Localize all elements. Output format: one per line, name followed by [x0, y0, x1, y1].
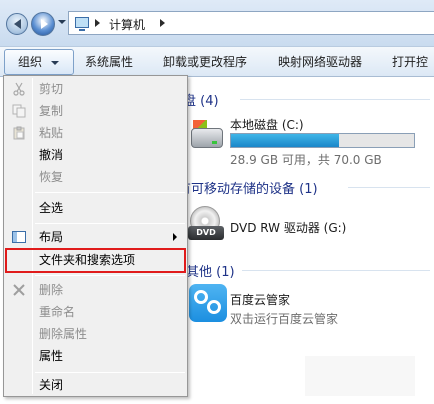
- dvd-drive-icon: DVD: [188, 206, 224, 242]
- command-bar: 组织 系统属性 卸载或更改程序 映射网络驱动器 打开控: [0, 46, 434, 77]
- group-divider: [348, 187, 430, 188]
- menu-item-redo[interactable]: 恢复: [6, 166, 185, 188]
- disk-usage-fill: [231, 134, 339, 147]
- group-header-other[interactable]: 其他 (1): [186, 261, 235, 280]
- back-button[interactable]: [6, 13, 28, 35]
- baidu-cloud-name: 百度云管家: [230, 293, 291, 307]
- menu-label: 布局: [39, 230, 64, 244]
- breadcrumb-computer[interactable]: 计算机: [109, 16, 145, 33]
- delete-x-icon: [13, 284, 25, 296]
- back-arrow-icon: [13, 19, 21, 29]
- group-header-removable[interactable]: 有可移动存储的设备 (1): [178, 178, 318, 197]
- scissors-icon: [13, 82, 25, 96]
- organize-button[interactable]: 组织: [4, 49, 74, 75]
- breadcrumb-separator-icon[interactable]: [95, 19, 100, 27]
- menu-label: 复制: [39, 104, 64, 118]
- menu-label: 剪切: [39, 82, 64, 96]
- menu-item-delete[interactable]: 删除: [6, 279, 185, 301]
- breadcrumb-separator-icon[interactable]: [160, 19, 165, 27]
- menu-item-cut[interactable]: 剪切: [6, 78, 185, 100]
- menu-item-remove-properties[interactable]: 删除属性: [6, 323, 185, 345]
- menu-label: 全选: [39, 201, 64, 215]
- chevron-down-icon: [51, 61, 59, 65]
- paste-icon: [13, 126, 25, 140]
- address-field[interactable]: 计算机: [68, 11, 434, 35]
- menu-separator: [35, 192, 185, 193]
- menu-label: 粘贴: [39, 126, 64, 140]
- forward-button[interactable]: [31, 12, 55, 36]
- dvd-drive-name: DVD RW 驱动器 (G:): [230, 221, 347, 235]
- copy-icon: [12, 104, 26, 118]
- submenu-arrow-icon: [173, 233, 177, 241]
- group-divider: [242, 270, 430, 271]
- system-properties-button[interactable]: 系统属性: [85, 47, 133, 77]
- local-disk-name: 本地磁盘 (C:): [230, 118, 304, 132]
- menu-separator: [35, 372, 185, 373]
- menu-item-properties[interactable]: 属性: [6, 345, 185, 367]
- local-disk-free-space: 28.9 GB 可用，共 70.0 GB: [230, 153, 382, 167]
- baidu-cloud-description: 双击运行百度云管家: [230, 312, 339, 326]
- blurred-watermark: [305, 356, 415, 396]
- organize-menu: 剪切 复制 粘贴 撤消 恢复 全选 布局 文件夹和搜索选项 删除 重命名 删除属…: [3, 75, 188, 397]
- open-control-panel-button[interactable]: 打开控: [392, 47, 428, 77]
- menu-separator: [35, 275, 185, 276]
- address-bar: 计算机: [0, 0, 434, 46]
- menu-label: 关闭: [39, 378, 64, 392]
- menu-item-layout[interactable]: 布局: [6, 226, 185, 248]
- menu-item-close[interactable]: 关闭: [6, 374, 185, 396]
- hard-drive-icon: [190, 118, 224, 152]
- menu-separator: [35, 223, 185, 224]
- menu-label: 撤消: [39, 148, 64, 162]
- disk-usage-bar: [230, 133, 415, 148]
- menu-label: 删除属性: [39, 327, 88, 341]
- computer-icon: [75, 17, 89, 31]
- highlight-annotation: [5, 248, 186, 273]
- menu-item-paste[interactable]: 粘贴: [6, 122, 185, 144]
- uninstall-program-button[interactable]: 卸载或更改程序: [163, 47, 247, 77]
- baidu-cloud-icon: [189, 284, 227, 322]
- menu-item-rename[interactable]: 重命名: [6, 301, 185, 323]
- history-dropdown-icon[interactable]: [58, 20, 66, 24]
- layout-icon: [12, 231, 26, 243]
- organize-label: 组织: [18, 55, 43, 69]
- forward-arrow-icon: [40, 19, 48, 29]
- group-divider: [240, 99, 430, 100]
- menu-item-copy[interactable]: 复制: [6, 100, 185, 122]
- menu-item-undo[interactable]: 撤消: [6, 144, 185, 166]
- map-network-drive-button[interactable]: 映射网络驱动器: [278, 47, 362, 77]
- menu-label: 重命名: [39, 305, 76, 319]
- menu-label: 恢复: [39, 170, 64, 184]
- menu-label: 删除: [39, 283, 64, 297]
- menu-item-select-all[interactable]: 全选: [6, 197, 185, 219]
- menu-label: 属性: [39, 349, 64, 363]
